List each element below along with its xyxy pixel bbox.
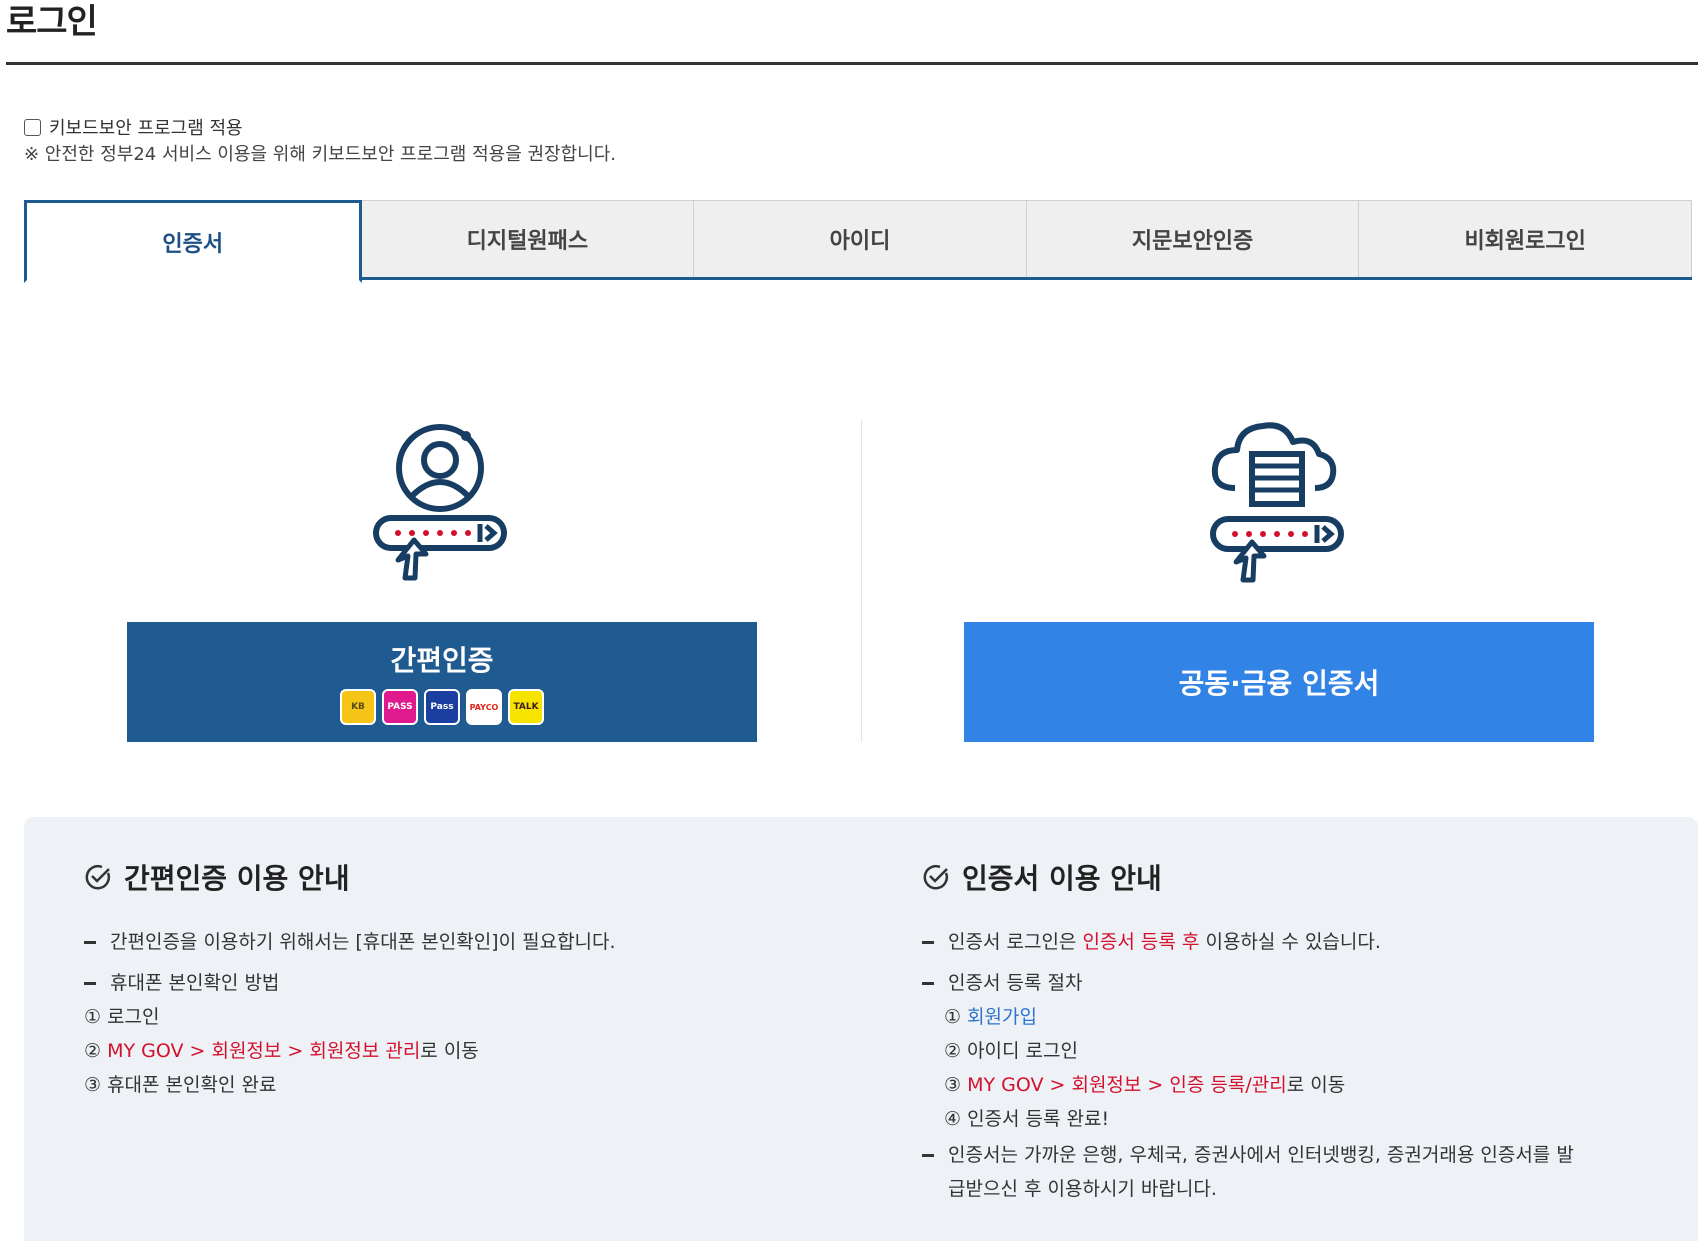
easy-guide-step: ① 로그인 <box>84 1006 160 1028</box>
check-circle-icon <box>923 864 949 890</box>
samsung-pass-icon: Pass <box>424 689 460 725</box>
easy-guide-item: 간편인증을 이용하기 위해서는 [휴대폰 본인확인]이 필요합니다. <box>110 931 616 953</box>
cert-guide-item: 인증서 로그인은 인증서 등록 후 이용하실 수 있습니다. <box>922 931 1588 953</box>
cert-guide: 인증서 이용 안내 인증서 로그인은 인증서 등록 후 이용하실 수 있습니다.… <box>922 857 1588 1225</box>
signup-link[interactable]: 회원가입 <box>967 1006 1037 1028</box>
pass-icon: PASS <box>382 689 418 725</box>
title-divider <box>6 62 1698 65</box>
usage-guide-panel: 간편인증 이용 안내 간편인증을 이용하기 위해서는 [휴대폰 본인확인]이 필… <box>24 817 1698 1241</box>
tab-fingerprint[interactable]: 지문보안인증 <box>1026 200 1360 277</box>
easy-auth-icon <box>370 420 510 589</box>
kakao-talk-icon: TALK <box>508 689 544 725</box>
payco-icon: PAYCO <box>466 689 502 725</box>
cert-guide-step: ③ MY GOV > 회원정보 > 인증 등록/관리로 이동 <box>944 1074 1346 1096</box>
options-divider <box>861 420 862 742</box>
cert-guide-item: 인증서는 가까운 은행, 우체국, 증권사에서 인터넷뱅킹, 증권거래용 인증서… <box>948 1144 1574 1200</box>
cert-guide-step: ② 아이디 로그인 <box>944 1040 1078 1062</box>
cert-guide-heading: 인증서 이용 안내 <box>962 862 1162 895</box>
easy-auth-guide: 간편인증 이용 안내 간편인증을 이용하기 위해서는 [휴대폰 본인확인]이 필… <box>84 857 616 1108</box>
easy-auth-providers: KB PASS Pass PAYCO TALK <box>340 689 544 725</box>
easy-guide-step: ③ 휴대폰 본인확인 완료 <box>84 1074 277 1096</box>
easy-guide-item: 휴대폰 본인확인 방법 <box>110 972 280 994</box>
tab-digital-onepass[interactable]: 디지털원패스 <box>361 200 695 277</box>
cert-guide-step: ④ 인증서 등록 완료! <box>944 1108 1110 1130</box>
easy-auth-button[interactable]: 간편인증 KB PASS Pass PAYCO TALK <box>127 622 757 742</box>
easy-auth-label: 간편인증 <box>390 644 494 677</box>
check-circle-icon <box>85 864 111 890</box>
keyboard-security-label: 키보드보안 프로그램 적용 <box>49 118 243 139</box>
login-tabs: 인증서 디지털원패스 아이디 지문보안인증 비회원로그인 <box>24 200 1692 283</box>
joint-financial-cert-button[interactable]: 공동·금융 인증서 <box>964 622 1594 742</box>
kb-bank-icon: KB <box>340 689 376 725</box>
cert-guide-item: 인증서 등록 절차 <box>948 972 1083 994</box>
easy-guide-heading: 간편인증 이용 안내 <box>124 862 350 895</box>
tab-guest-login[interactable]: 비회원로그인 <box>1359 200 1692 277</box>
certificate-cloud-icon <box>1207 418 1347 590</box>
tab-certificate[interactable]: 인증서 <box>24 200 362 283</box>
page-title: 로그인 <box>6 2 98 42</box>
cert-guide-step: ① 회원가입 <box>944 1006 1037 1028</box>
easy-guide-step: ② MY GOV > 회원정보 > 회원정보 관리로 이동 <box>84 1040 479 1062</box>
keyboard-security-checkbox[interactable] <box>24 118 41 136</box>
keyboard-security-row[interactable]: 키보드보안 프로그램 적용 <box>24 116 243 139</box>
tab-id[interactable]: 아이디 <box>694 200 1027 277</box>
keyboard-security-notice: ※ 안전한 정부24 서비스 이용을 위해 키보드보안 프로그램 적용을 권장합… <box>24 144 616 165</box>
